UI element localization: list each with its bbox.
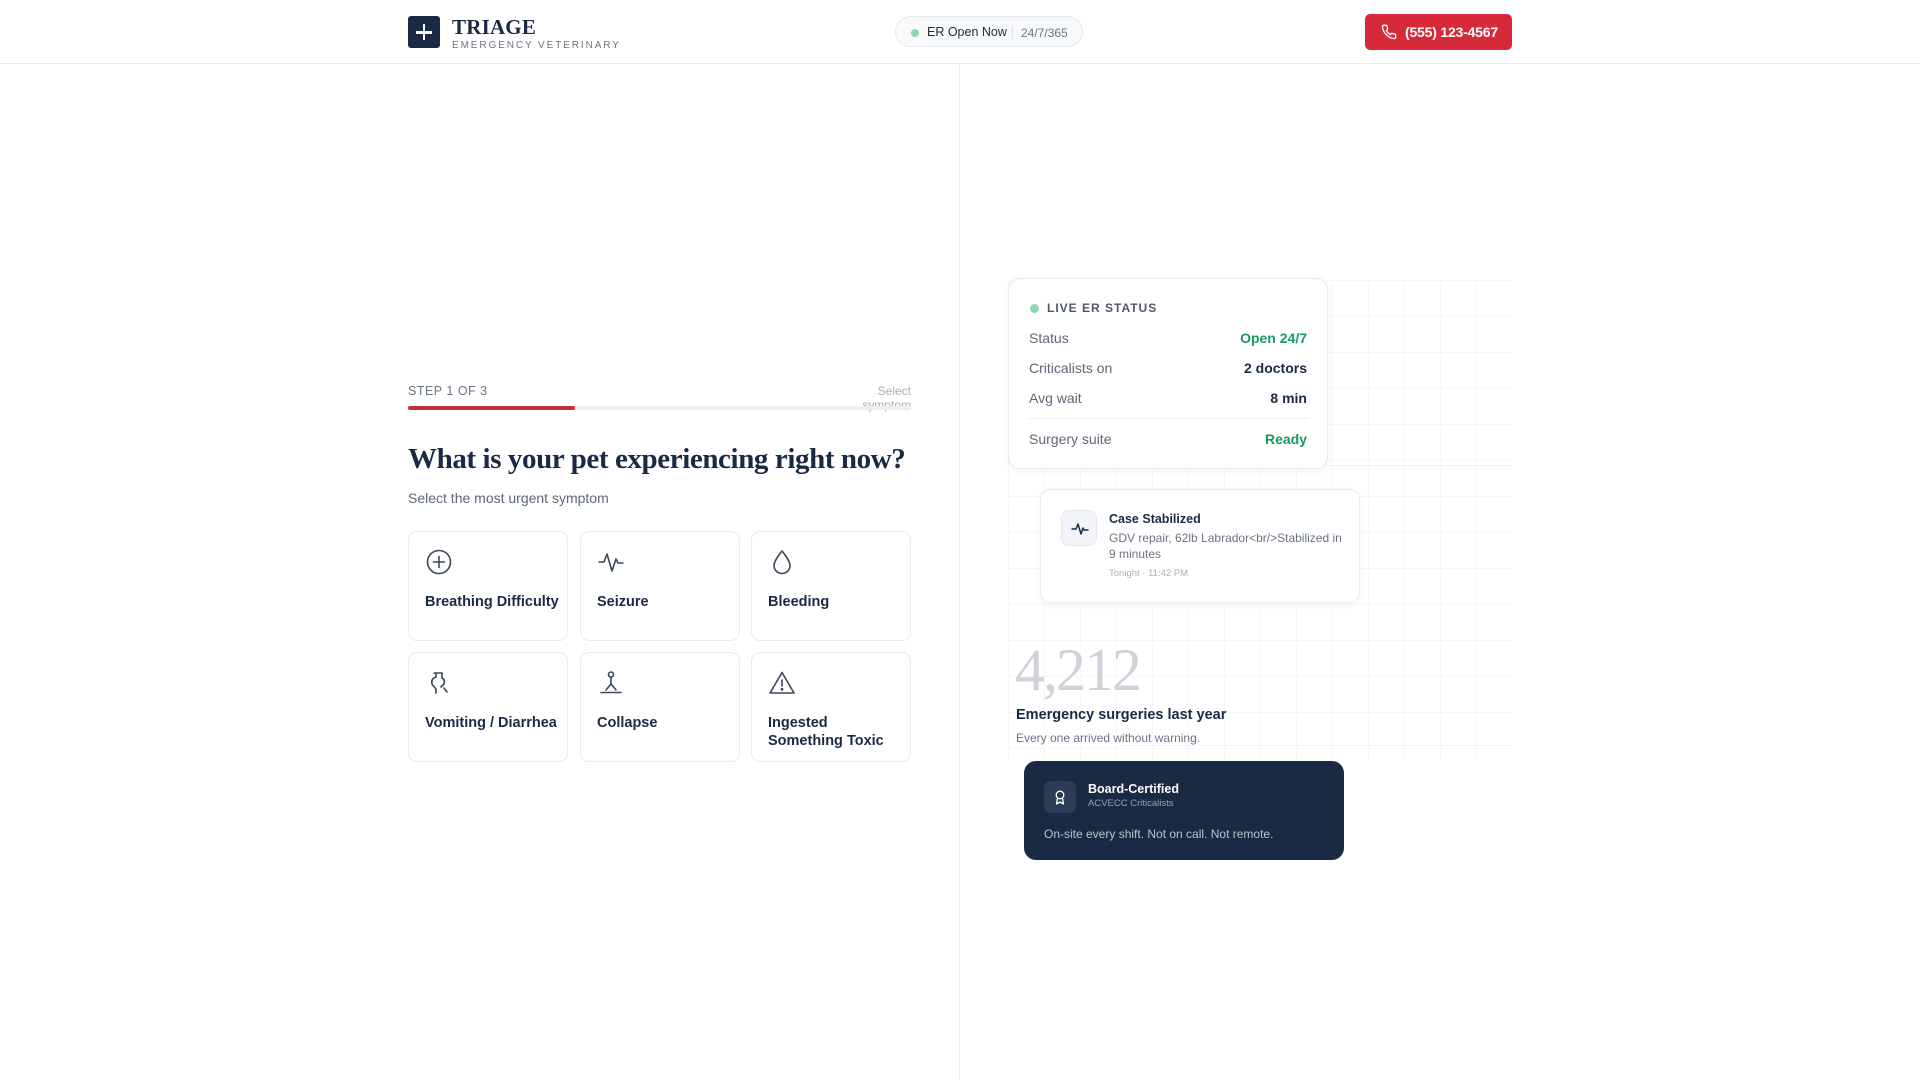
- symptom-label: Vomiting / Diarrhea: [425, 715, 557, 731]
- symptom-label: Collapse: [597, 715, 658, 731]
- step-progress-fill: [408, 406, 576, 410]
- step-progress-bar: [408, 406, 911, 410]
- pill-divider: [1012, 26, 1013, 39]
- case-stabilized-card: Case Stabilized GDV repair, 62lb Labrado…: [1040, 489, 1360, 603]
- plus-circle-icon: [426, 549, 452, 575]
- surgeries-label: Emergency surgeries last year: [1016, 707, 1227, 723]
- status-row-label: Avg wait: [1029, 390, 1082, 406]
- status-row-value: 8 min: [1270, 390, 1307, 406]
- symptom-card-vomiting[interactable]: Vomiting / Diarrhea: [408, 652, 568, 762]
- status-card-title: LIVE ER STATUS: [1047, 301, 1158, 315]
- er-hours-text: 24/7/365: [1021, 25, 1068, 40]
- cert-description: On-site every shift. Not on call. Not re…: [1044, 827, 1274, 841]
- symptom-card-breathing[interactable]: Breathing Difficulty: [408, 531, 568, 641]
- pulse-icon: [1071, 523, 1089, 535]
- award-ribbon-icon: [1055, 790, 1065, 805]
- symptom-label: Ingested Something Toxic: [768, 715, 884, 749]
- brand-subtitle: EMERGENCY VETERINARY: [452, 40, 621, 51]
- stomach-icon: [430, 672, 448, 694]
- logo-plus-icon[interactable]: [408, 16, 440, 48]
- case-description: GDV repair, 62lb Labrador<br/>Stabilized…: [1109, 531, 1342, 561]
- status-row-label: Surgery suite: [1029, 431, 1112, 447]
- status-row-value: 2 doctors: [1243, 360, 1307, 376]
- board-certified-card: Board-Certified ACVECC Criticalists On-s…: [1024, 761, 1344, 860]
- warning-triangle-icon: [769, 671, 795, 694]
- case-timestamp: Tonight · 11:42 PM: [1109, 568, 1189, 579]
- phone-number-label: (555) 123-4567: [1405, 24, 1498, 40]
- symptom-card-seizure[interactable]: Seizure: [580, 531, 740, 641]
- collapse-icon: [600, 671, 622, 694]
- status-row-label: Status: [1029, 330, 1069, 346]
- symptom-label: Breathing Difficulty: [425, 594, 559, 610]
- live-er-status-card: LIVE ER STATUS Status Open 24/7 Critical…: [1008, 278, 1328, 469]
- step-label: STEP 1 OF 3: [408, 384, 488, 398]
- symptom-card-collapse[interactable]: Collapse: [580, 652, 740, 762]
- pulse-icon: [598, 553, 624, 572]
- decor-line: [1120, 745, 1512, 746]
- question-title: What is your pet experiencing right now?: [408, 443, 906, 475]
- symptom-label: Seizure: [597, 594, 649, 610]
- cert-subtitle: ACVECC Criticalists: [1088, 798, 1174, 809]
- brand-title[interactable]: TRIAGE: [452, 15, 536, 40]
- symptom-label: Bleeding: [768, 594, 830, 610]
- case-icon-box: [1061, 510, 1097, 546]
- er-status-text: ER Open Now: [927, 25, 1007, 39]
- status-row-value: Open 24/7: [1240, 330, 1307, 346]
- column-divider: [959, 64, 960, 1080]
- status-divider: [1029, 418, 1309, 419]
- status-row-label: Criticalists on: [1029, 360, 1113, 376]
- symptom-card-bleeding[interactable]: Bleeding: [751, 531, 911, 641]
- case-title: Case Stabilized: [1109, 512, 1201, 526]
- cert-icon-box: [1044, 781, 1076, 813]
- symptom-card-toxic[interactable]: Ingested Something Toxic: [751, 652, 911, 762]
- live-status-dot-icon: [911, 29, 919, 37]
- call-phone-button[interactable]: (555) 123-4567: [1365, 14, 1512, 50]
- droplet-icon: [773, 550, 791, 575]
- phone-icon: [1381, 24, 1397, 40]
- question-subtitle: Select the most urgent symptom: [408, 490, 609, 506]
- er-status-pill: ER Open Now 24/7/365: [895, 16, 1083, 47]
- surgeries-count: 4,212: [1015, 637, 1142, 703]
- top-header: TRIAGE EMERGENCY VETERINARY ER Open Now …: [0, 0, 1920, 64]
- cert-title: Board-Certified: [1088, 782, 1179, 796]
- status-row-value: Ready: [1264, 431, 1307, 447]
- live-status-dot-icon: [1030, 304, 1039, 313]
- surgeries-subtext: Every one arrived without warning.: [1016, 731, 1201, 745]
